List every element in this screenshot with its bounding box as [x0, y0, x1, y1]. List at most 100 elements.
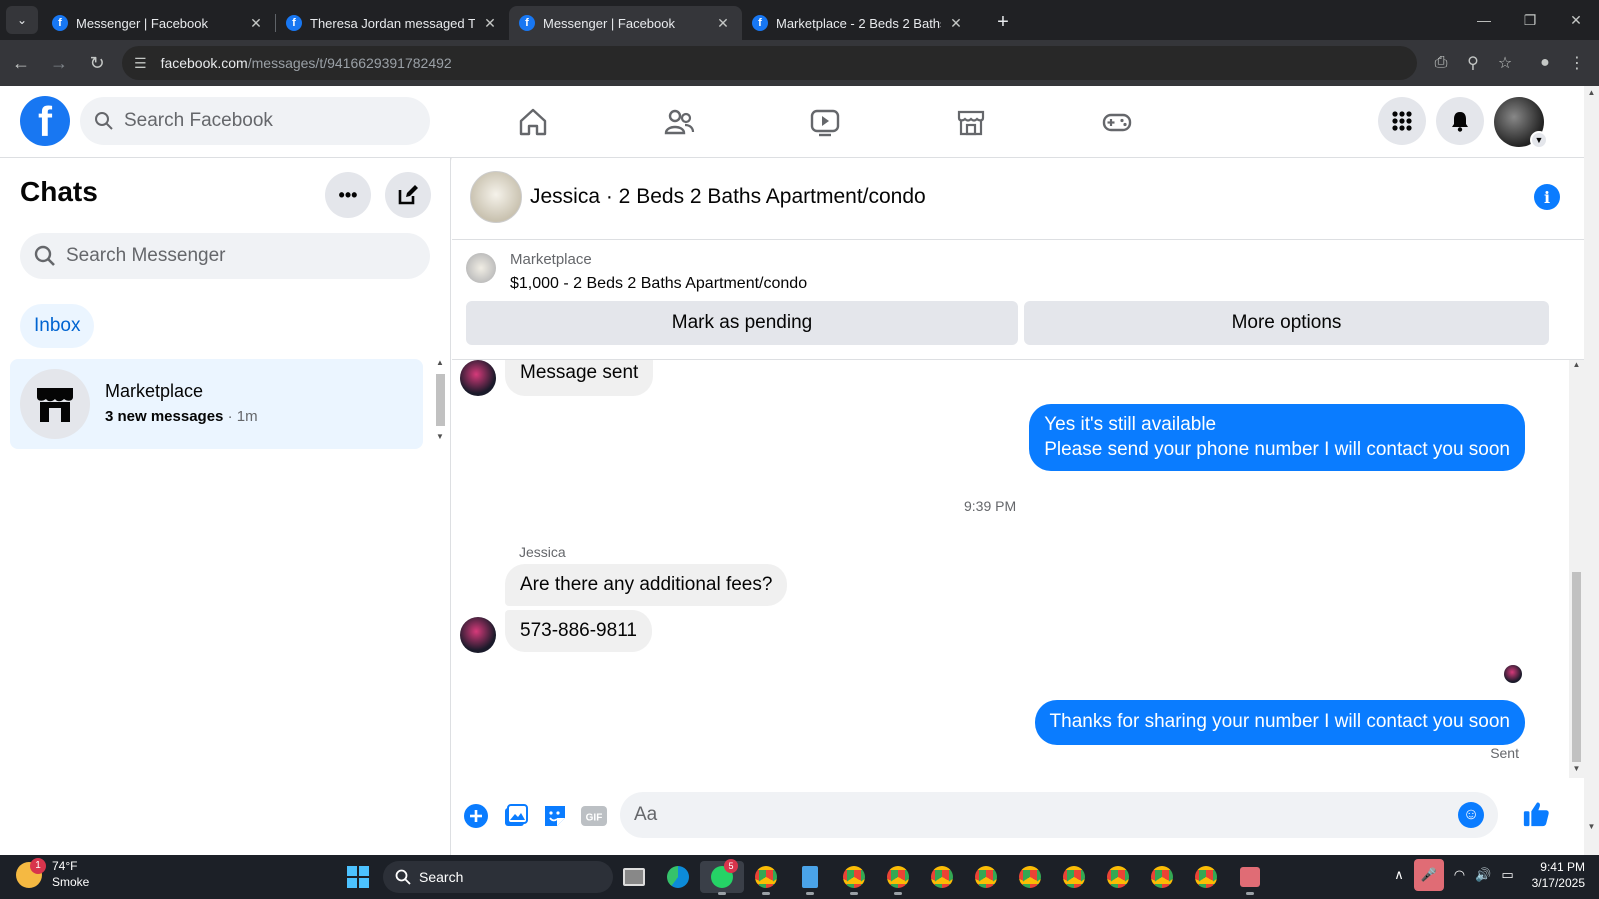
thumbs-up-icon[interactable] [1522, 800, 1550, 828]
zoom-icon[interactable]: ⚲ [1457, 47, 1489, 79]
outgoing-message[interactable]: Yes it's still available Please send you… [1029, 404, 1525, 472]
chrome-icon[interactable] [920, 861, 964, 893]
conversation-avatar[interactable] [470, 171, 522, 223]
browser-tab-4[interactable]: f Marketplace - 2 Beds 2 Baths A ✕ [742, 6, 975, 40]
whatsapp-icon[interactable]: 5 [700, 859, 744, 895]
sender-avatar[interactable] [460, 360, 496, 396]
system-clock[interactable]: 9:41 PM 3/17/2025 [1532, 859, 1585, 891]
mark-as-pending-button[interactable]: Mark as pending [466, 301, 1018, 345]
more-options-button[interactable]: More options [1024, 301, 1549, 345]
scroll-up-arrow-icon[interactable]: ▲ [1569, 360, 1584, 369]
tab-close-icon[interactable]: ✕ [714, 15, 732, 32]
chrome-icon[interactable] [1052, 861, 1096, 893]
scroll-up-arrow-icon[interactable]: ▲ [434, 358, 446, 367]
bookmark-star-icon[interactable]: ☆ [1489, 47, 1521, 79]
chrome-icon[interactable] [1096, 861, 1140, 893]
gaming-icon[interactable] [1044, 100, 1190, 144]
notifications-bell-icon[interactable] [1436, 97, 1484, 145]
chrome-icon[interactable] [744, 861, 788, 895]
tab-title: Messenger | Facebook [543, 15, 675, 31]
home-icon[interactable] [460, 100, 606, 144]
info-icon[interactable]: i [1534, 184, 1560, 210]
message-input[interactable]: Aa ☺ [620, 792, 1498, 838]
edge-icon[interactable] [656, 861, 700, 893]
back-icon[interactable]: ← [4, 46, 38, 80]
microphone-icon[interactable]: 🎤 [1413, 859, 1444, 892]
scroll-down-arrow-icon[interactable]: ▼ [1569, 764, 1584, 773]
outgoing-message[interactable]: Thanks for sharing your number I will co… [1034, 700, 1525, 745]
chrome-icon[interactable] [1008, 861, 1052, 893]
browser-menu-icon[interactable]: ⋮ [1561, 47, 1593, 79]
url-bar[interactable]: ☰ facebook.com/messages/t/94166293917824… [122, 46, 1417, 80]
task-view-icon[interactable] [612, 861, 656, 893]
chat-list-item[interactable]: Marketplace 3 new messages · 1m [10, 359, 423, 449]
new-message-button[interactable] [385, 172, 431, 218]
battery-icon[interactable]: ▭ [1501, 867, 1513, 883]
forward-icon[interactable]: → [42, 46, 76, 80]
inbox-filter-button[interactable]: Inbox [20, 304, 95, 348]
address-bar-row: ← → ↻ ☰ facebook.com/messages/t/94166293… [0, 40, 1599, 86]
minimize-icon[interactable]: — [1461, 0, 1507, 40]
site-info-icon[interactable]: ☰ [134, 55, 147, 72]
incoming-message[interactable]: Are there any additional fees? [505, 564, 788, 606]
photo-icon[interactable] [502, 802, 530, 830]
conversation-title[interactable]: Jessica · 2 Beds 2 Baths Apartment/condo [530, 185, 926, 209]
listing-title[interactable]: $1,000 - 2 Beds 2 Baths Apartment/condo [510, 275, 807, 293]
chrome-icon[interactable] [1184, 861, 1228, 893]
listing-thumbnail[interactable] [466, 253, 496, 283]
chevron-up-icon[interactable]: ∧ [1394, 867, 1404, 883]
weather-widget[interactable]: 1 74°F Smoke [16, 857, 89, 890]
volume-icon[interactable]: 🔊 [1475, 867, 1491, 883]
tab-close-icon[interactable]: ✕ [247, 15, 265, 32]
profile-icon[interactable]: ● [1529, 47, 1561, 79]
chat-options-button[interactable]: ••• [325, 172, 371, 218]
incoming-message[interactable]: 573-886-9811 [505, 610, 652, 652]
marketplace-icon[interactable] [898, 100, 1044, 144]
install-app-icon[interactable]: ⎙ [1425, 47, 1457, 79]
facebook-logo-icon[interactable]: f [20, 96, 70, 146]
gif-icon[interactable]: GIF [580, 802, 608, 830]
browser-tab-2[interactable]: f Theresa Jordan messaged There ✕ [276, 6, 509, 40]
facebook-search-input[interactable]: Search Facebook [80, 97, 430, 145]
weather-badge: 1 [30, 857, 46, 874]
chrome-icon[interactable] [1140, 861, 1184, 893]
tab-close-icon[interactable]: ✕ [481, 15, 499, 32]
taskbar-search[interactable]: Search [383, 861, 613, 893]
browser-tab-3-active[interactable]: f Messenger | Facebook ✕ [509, 6, 742, 40]
scrollbar-thumb[interactable] [1572, 572, 1581, 762]
restore-icon[interactable]: ❐ [1507, 0, 1553, 40]
tab-search-button[interactable]: ⌄ [6, 6, 38, 34]
snipping-tool-icon[interactable] [1228, 861, 1272, 895]
scrollbar-thumb[interactable] [436, 374, 445, 426]
incoming-message[interactable]: Message sent [505, 360, 654, 396]
notepad-icon[interactable] [788, 861, 832, 895]
account-avatar[interactable]: ▼ [1494, 97, 1548, 149]
close-window-icon[interactable]: ✕ [1553, 0, 1599, 40]
scroll-up-arrow-icon[interactable]: ▲ [1584, 88, 1599, 97]
search-messenger-placeholder: Search Messenger [66, 245, 226, 266]
new-tab-button[interactable]: + [989, 11, 1017, 34]
sender-avatar[interactable] [460, 617, 496, 653]
messages-scrollbar[interactable]: ▲ ▼ [1569, 360, 1584, 778]
scroll-down-arrow-icon[interactable]: ▼ [1584, 822, 1599, 831]
scroll-down-arrow-icon[interactable]: ▼ [434, 432, 446, 441]
menu-grid-icon[interactable] [1378, 97, 1426, 145]
emoji-icon[interactable]: ☺ [1458, 802, 1484, 828]
browser-tab-1[interactable]: f Messenger | Facebook ✕ [42, 6, 275, 40]
tab-close-icon[interactable]: ✕ [947, 15, 965, 32]
chrome-icon[interactable] [964, 861, 1008, 893]
search-messenger-input[interactable]: Search Messenger [20, 233, 430, 279]
chrome-icon[interactable] [832, 861, 876, 895]
chat-time: · 1m [227, 408, 258, 425]
windows-taskbar: 1 74°F Smoke Search 5 ∧ 🎤 ◠ 🔊 ▭ 9:41 PM … [0, 855, 1599, 899]
page-scrollbar[interactable]: ▲ ▼ [1584, 86, 1599, 855]
chrome-icon[interactable] [876, 861, 920, 895]
friends-icon[interactable] [606, 100, 752, 144]
wifi-icon[interactable]: ◠ [1454, 867, 1465, 883]
sticker-icon[interactable] [541, 802, 569, 830]
plus-circle-icon[interactable] [462, 802, 490, 830]
reload-icon[interactable]: ↻ [80, 46, 114, 80]
sidebar-scrollbar[interactable]: ▲ ▼ [434, 358, 446, 446]
video-icon[interactable] [752, 100, 898, 144]
windows-start-icon[interactable] [347, 866, 369, 888]
